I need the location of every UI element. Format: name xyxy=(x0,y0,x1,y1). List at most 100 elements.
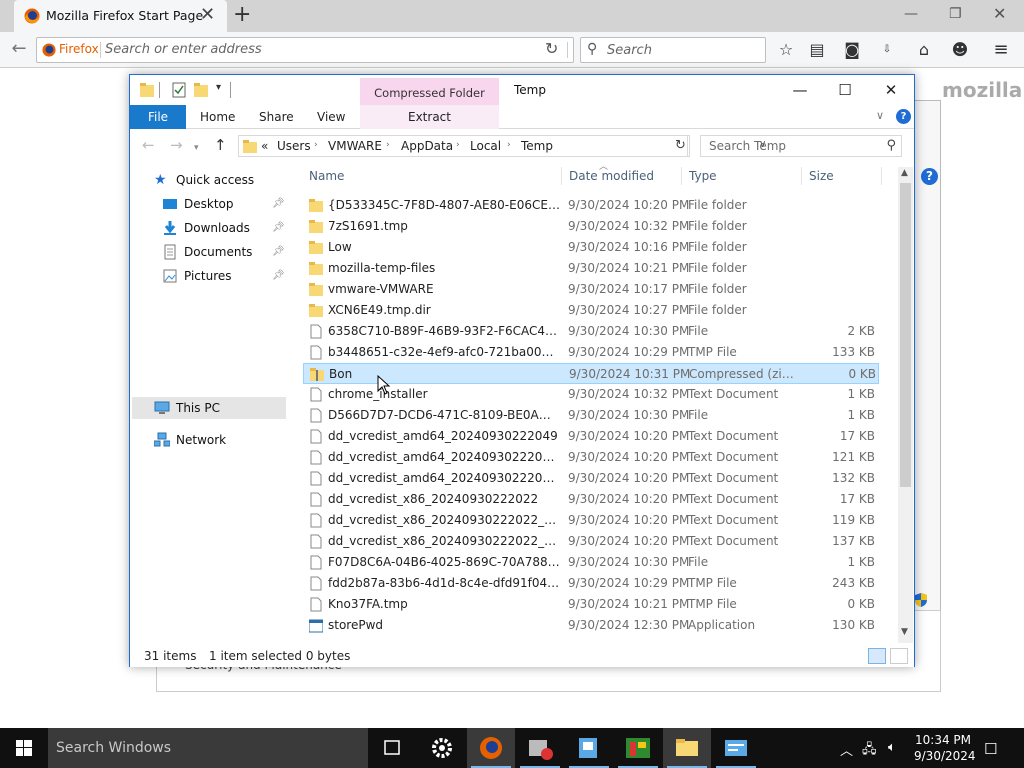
chevron-right-icon[interactable]: › xyxy=(507,140,511,150)
url-bar[interactable]: Firefox Search or enter address ↻ xyxy=(36,37,574,63)
table-row[interactable]: F07D8C6A-04B6-4025-869C-70A788D7B5... 9/3… xyxy=(303,552,879,573)
url-input[interactable]: Search or enter address xyxy=(105,42,262,57)
chevron-right-icon[interactable]: › xyxy=(386,140,390,150)
search-box[interactable]: ⚲ Search xyxy=(580,37,766,63)
minimize-icon[interactable]: — xyxy=(904,4,918,24)
windows-start-icon[interactable] xyxy=(0,728,48,768)
divider[interactable] xyxy=(681,167,682,185)
breadcrumb-vmware[interactable]: VMWARE xyxy=(328,139,382,153)
pocket-icon[interactable]: ◙ xyxy=(841,40,863,60)
taskbar-search[interactable]: Search Windows xyxy=(48,728,368,768)
tab-file[interactable]: File xyxy=(130,105,186,129)
scroll-thumb[interactable] xyxy=(900,183,911,487)
column-type[interactable]: Type xyxy=(689,169,717,183)
recent-locations-icon[interactable]: ▾ xyxy=(194,140,199,156)
tab-view[interactable]: View xyxy=(317,110,345,124)
forward-arrow-icon[interactable]: → xyxy=(170,137,183,153)
nav-item-documents[interactable]: Documents 📌︎ xyxy=(162,241,322,263)
pin-icon[interactable]: 📌︎ xyxy=(272,270,285,281)
close-icon[interactable]: ✕ xyxy=(874,79,908,101)
expand-ribbon-icon[interactable]: ∨ xyxy=(876,109,884,122)
breadcrumb-users[interactable]: Users xyxy=(277,139,311,153)
pin-icon[interactable]: 📌︎ xyxy=(272,222,285,233)
vertical-scrollbar[interactable]: ▲ ▼ xyxy=(898,167,913,643)
tab-extract[interactable]: Extract xyxy=(360,105,499,129)
reading-list-icon[interactable]: ▤ xyxy=(806,40,828,60)
large-icons-view-icon[interactable] xyxy=(890,648,908,664)
table-row[interactable]: 7zS1691.tmp 9/30/2024 10:32 PM File folder xyxy=(303,216,879,237)
download-icon[interactable]: ⇩ xyxy=(876,40,898,60)
table-row[interactable]: fdd2b87a-83b6-4d1d-8c4e-dfd91f04130e....… xyxy=(303,573,879,594)
new-folder-icon[interactable] xyxy=(194,82,208,98)
breadcrumb-appdata[interactable]: AppData xyxy=(401,139,453,153)
address-overflow[interactable]: « xyxy=(261,139,268,153)
table-row[interactable]: vmware-VMWARE 9/30/2024 10:17 PM File fold… xyxy=(303,279,879,300)
column-name[interactable]: Name xyxy=(309,169,344,183)
reload-icon[interactable]: ↻ xyxy=(545,39,558,58)
network-icon[interactable]: 🖧︎ xyxy=(862,740,877,762)
compressed-folder-tools-tab[interactable]: Compressed Folder Tools xyxy=(360,78,499,130)
pin-icon[interactable]: 📌︎ xyxy=(272,198,285,209)
table-row[interactable]: dd_vcredist_x86_20240930222022 9/30/2024 … xyxy=(303,489,879,510)
pin-icon[interactable]: 📌︎ xyxy=(272,246,285,257)
table-row[interactable]: dd_vcredist_amd64_20240930222049 9/30/202… xyxy=(303,426,879,447)
volume-icon[interactable]: 🔈︎ xyxy=(888,740,896,755)
table-row[interactable]: XCN6E49.tmp.dir 9/30/2024 10:27 PM File fo… xyxy=(303,300,879,321)
taskbar-app-installer[interactable] xyxy=(516,728,564,768)
restore-icon[interactable]: ❐ xyxy=(949,4,962,24)
details-view-icon[interactable] xyxy=(868,648,886,664)
search-input[interactable]: Search Temp xyxy=(709,139,786,153)
back-arrow-icon[interactable]: ← xyxy=(142,137,155,153)
table-row[interactable]: dd_vcredist_amd64_20240930222049_001....… xyxy=(303,468,879,489)
nav-item-downloads[interactable]: Downloads 📌︎ xyxy=(162,217,322,239)
divider[interactable] xyxy=(881,167,882,185)
firefox-tab[interactable]: Mozilla Firefox Start Page ✕ xyxy=(14,0,227,32)
taskbar-file-explorer[interactable] xyxy=(663,728,711,768)
table-row[interactable]: 6358C710-B89F-46B9-93F2-F6CAC44F5286 9/30… xyxy=(303,321,879,342)
taskbar-app-setup[interactable] xyxy=(565,728,613,768)
taskbar-app-archive[interactable] xyxy=(614,728,662,768)
up-arrow-icon[interactable]: ↑ xyxy=(214,137,227,153)
column-size[interactable]: Size xyxy=(809,169,834,183)
bookmark-star-icon[interactable]: ☆ xyxy=(775,40,797,60)
table-row[interactable]: dd_vcredist_amd64_20240930222049_000....… xyxy=(303,447,879,468)
table-row[interactable]: D566D7D7-DCD6-471C-8109-BE0AD3319... 9/30… xyxy=(303,405,879,426)
table-row[interactable]: {D533345C-7F8D-4807-AE80-E06CE2045B... 9/… xyxy=(303,195,879,216)
table-row[interactable]: mozilla-temp-files 9/30/2024 10:21 PM File… xyxy=(303,258,879,279)
table-row[interactable]: Low 9/30/2024 10:16 PM File folder xyxy=(303,237,879,258)
taskbar-settings[interactable] xyxy=(418,728,466,768)
table-row[interactable]: b3448651-c32e-4ef9-afc0-721ba00a23dc....… xyxy=(303,342,879,363)
help-icon[interactable]: ? xyxy=(896,109,911,124)
task-view-button[interactable] xyxy=(368,728,416,768)
maximize-icon[interactable]: ☐ xyxy=(828,79,862,101)
home-icon[interactable]: ⌂ xyxy=(913,40,935,60)
taskbar-search-input[interactable]: Search Windows xyxy=(56,740,171,756)
table-row[interactable]: Kno37FA.tmp 9/30/2024 10:21 PM TMP File 0 K… xyxy=(303,594,879,615)
taskbar-firefox[interactable] xyxy=(467,728,515,768)
tab-share[interactable]: Share xyxy=(259,110,294,124)
refresh-icon[interactable]: ↻ xyxy=(672,135,690,157)
table-row[interactable]: dd_vcredist_x86_20240930222022_000_vc...… xyxy=(303,510,879,531)
notifications-icon[interactable]: ☐ xyxy=(984,740,997,758)
help-icon[interactable]: ? xyxy=(921,168,938,185)
divider[interactable] xyxy=(561,167,562,185)
chevron-right-icon[interactable]: › xyxy=(314,140,318,150)
scroll-down-icon[interactable]: ▼ xyxy=(901,627,908,637)
nav-item-pictures[interactable]: Pictures 📌︎ xyxy=(162,265,322,287)
nav-item-desktop[interactable]: Desktop 📌︎ xyxy=(162,193,322,215)
breadcrumb-local[interactable]: Local xyxy=(470,139,501,153)
column-date-modified[interactable]: Date modified xyxy=(569,169,654,183)
breadcrumb-temp[interactable]: Temp xyxy=(521,139,553,153)
tab-home[interactable]: Home xyxy=(200,110,235,124)
close-window-icon[interactable]: ✕ xyxy=(993,4,1006,24)
search-box[interactable]: Search Temp ⚲ xyxy=(700,135,902,157)
scroll-up-icon[interactable]: ▲ xyxy=(901,168,908,178)
tab-close-icon[interactable]: ✕ xyxy=(200,5,215,25)
chevron-up-icon[interactable]: ︿ xyxy=(840,740,853,759)
divider[interactable] xyxy=(801,167,802,185)
table-row[interactable]: dd_vcredist_x86_20240930222022_001_vc...… xyxy=(303,531,879,552)
table-row[interactable]: storePwd 9/30/2024 12:30 PM Application 130… xyxy=(303,615,879,636)
new-tab-button[interactable]: + xyxy=(233,3,251,27)
hello-icon[interactable]: ☻ xyxy=(949,40,971,60)
search-input[interactable]: Search xyxy=(607,43,652,58)
